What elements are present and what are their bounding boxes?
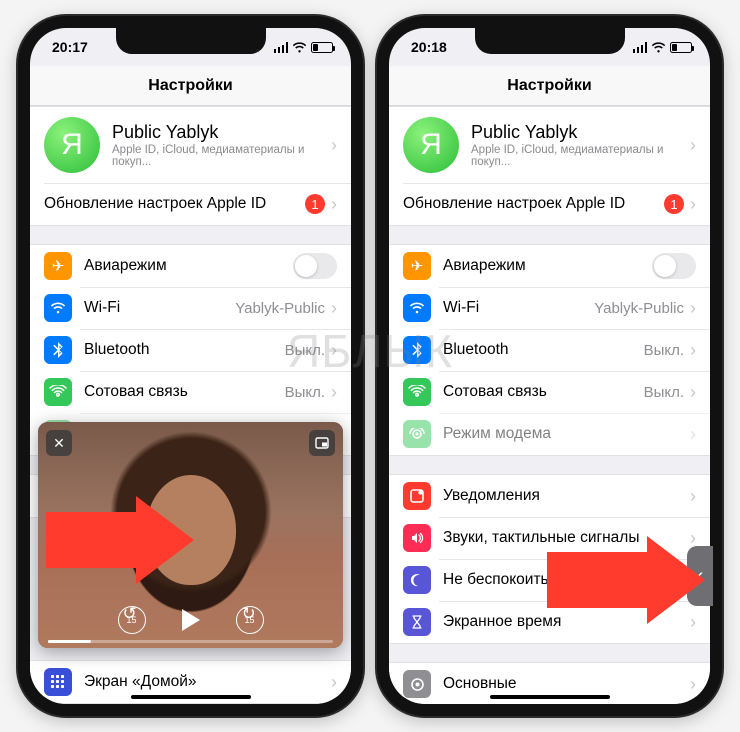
bluetooth-row[interactable]: Bluetooth Выкл. ›	[30, 329, 351, 371]
cellular-row[interactable]: Сотовая связь Выкл. ›	[30, 371, 351, 413]
home-indicator[interactable]	[131, 695, 251, 699]
sounds-icon	[403, 524, 431, 552]
row-value: Выкл.	[285, 342, 325, 359]
chevron-right-icon: ›	[690, 298, 696, 319]
pip-fullscreen-button[interactable]	[309, 430, 335, 456]
chevron-right-icon: ›	[690, 424, 696, 445]
row-value: Выкл.	[644, 342, 684, 359]
row-label: Bluetooth	[443, 341, 644, 359]
row-label: Обновление настроек Apple ID	[403, 195, 664, 213]
bluetooth-icon	[44, 336, 72, 364]
account-sub: Apple ID, iCloud, медиаматериалы и покуп…	[112, 144, 331, 168]
airplane-icon: ✈	[403, 252, 431, 280]
gear-icon	[403, 670, 431, 698]
row-label: Обновление настроек Apple ID	[44, 195, 305, 213]
battery-icon	[670, 42, 692, 53]
row-label: Режим модема	[443, 425, 690, 443]
hotspot-icon	[403, 420, 431, 448]
row-label: Wi-Fi	[84, 299, 235, 317]
moon-icon	[403, 566, 431, 594]
annotation-arrow	[547, 536, 705, 624]
badge: 1	[664, 194, 684, 214]
account-name: Public Yablyk	[471, 122, 690, 143]
home-grid-icon	[44, 668, 72, 696]
chevron-right-icon: ›	[331, 194, 337, 215]
wifi-settings-icon	[44, 294, 72, 322]
home-indicator[interactable]	[490, 695, 610, 699]
row-label: Wi-Fi	[443, 299, 594, 317]
cellular-icon	[403, 378, 431, 406]
chevron-right-icon: ›	[690, 382, 696, 403]
hotspot-row: Режим модема ›	[389, 413, 710, 455]
chevron-right-icon: ›	[690, 194, 696, 215]
apple-id-row[interactable]: Я Public Yablyk Apple ID, iCloud, медиам…	[389, 107, 710, 183]
phone-left: 20:17 Настройки Я Public Yablyk Apple ID…	[18, 16, 363, 716]
account-name: Public Yablyk	[112, 122, 331, 143]
wifi-row[interactable]: Wi-Fi Yablyk-Public ›	[389, 287, 710, 329]
chevron-right-icon: ›	[331, 135, 337, 156]
bluetooth-row[interactable]: Bluetooth Выкл. ›	[389, 329, 710, 371]
airplane-mode-row[interactable]: ✈ Авиарежим	[389, 245, 710, 287]
avatar: Я	[44, 117, 100, 173]
status-time: 20:18	[411, 39, 447, 55]
notch	[475, 28, 625, 54]
cellular-icon	[44, 378, 72, 406]
phone-right: 20:18 Настройки Я Public Yablyk Apple ID…	[377, 16, 722, 716]
bluetooth-icon	[403, 336, 431, 364]
wifi-row[interactable]: Wi-Fi Yablyk-Public ›	[30, 287, 351, 329]
badge: 1	[305, 194, 325, 214]
row-label: Основные	[443, 675, 690, 693]
cellular-signal-icon	[274, 42, 289, 53]
account-sub: Apple ID, iCloud, медиаматериалы и покуп…	[471, 144, 690, 168]
annotation-arrow	[46, 496, 194, 584]
airplane-mode-row[interactable]: ✈ Авиарежим	[30, 245, 351, 287]
row-label: Авиарежим	[84, 257, 293, 275]
pip-progress[interactable]	[48, 640, 333, 643]
play-button[interactable]	[182, 609, 200, 631]
skip-back-button[interactable]: 15	[118, 606, 146, 634]
navbar-title: Настройки	[30, 66, 351, 106]
chevron-right-icon: ›	[690, 135, 696, 156]
pip-close-button[interactable]: ✕	[46, 430, 72, 456]
chevron-right-icon: ›	[690, 340, 696, 361]
wifi-icon	[292, 42, 307, 53]
wifi-icon	[651, 42, 666, 53]
chevron-right-icon: ›	[690, 674, 696, 695]
row-value: Выкл.	[285, 384, 325, 401]
row-label: Сотовая связь	[84, 383, 285, 401]
wifi-settings-icon	[403, 294, 431, 322]
battery-icon	[311, 42, 333, 53]
skip-forward-button[interactable]: 15	[236, 606, 264, 634]
row-label: Уведомления	[443, 487, 690, 505]
apple-id-row[interactable]: Я Public Yablyk Apple ID, iCloud, медиам…	[30, 107, 351, 183]
row-label: Авиарежим	[443, 257, 652, 275]
notch	[116, 28, 266, 54]
hourglass-icon	[403, 608, 431, 636]
chevron-right-icon: ›	[690, 486, 696, 507]
row-label: Экран «Домой»	[84, 673, 331, 691]
row-value: Выкл.	[644, 384, 684, 401]
toggle-off[interactable]	[293, 253, 337, 279]
row-label: Сотовая связь	[443, 383, 644, 401]
cellular-row[interactable]: Сотовая связь Выкл. ›	[389, 371, 710, 413]
navbar-title: Настройки	[389, 66, 710, 106]
chevron-right-icon: ›	[331, 672, 337, 693]
toggle-off[interactable]	[652, 253, 696, 279]
status-time: 20:17	[52, 39, 88, 55]
chevron-right-icon: ›	[331, 340, 337, 361]
row-value: Yablyk-Public	[594, 300, 684, 317]
row-value: Yablyk-Public	[235, 300, 325, 317]
apple-id-update-row[interactable]: Обновление настроек Apple ID 1 ›	[389, 183, 710, 225]
chevron-right-icon: ›	[331, 298, 337, 319]
avatar: Я	[403, 117, 459, 173]
airplane-icon: ✈	[44, 252, 72, 280]
chevron-right-icon: ›	[331, 382, 337, 403]
row-label: Bluetooth	[84, 341, 285, 359]
notifications-icon	[403, 482, 431, 510]
apple-id-update-row[interactable]: Обновление настроек Apple ID 1 ›	[30, 183, 351, 225]
notifications-row[interactable]: Уведомления ›	[389, 475, 710, 517]
cellular-signal-icon	[633, 42, 648, 53]
